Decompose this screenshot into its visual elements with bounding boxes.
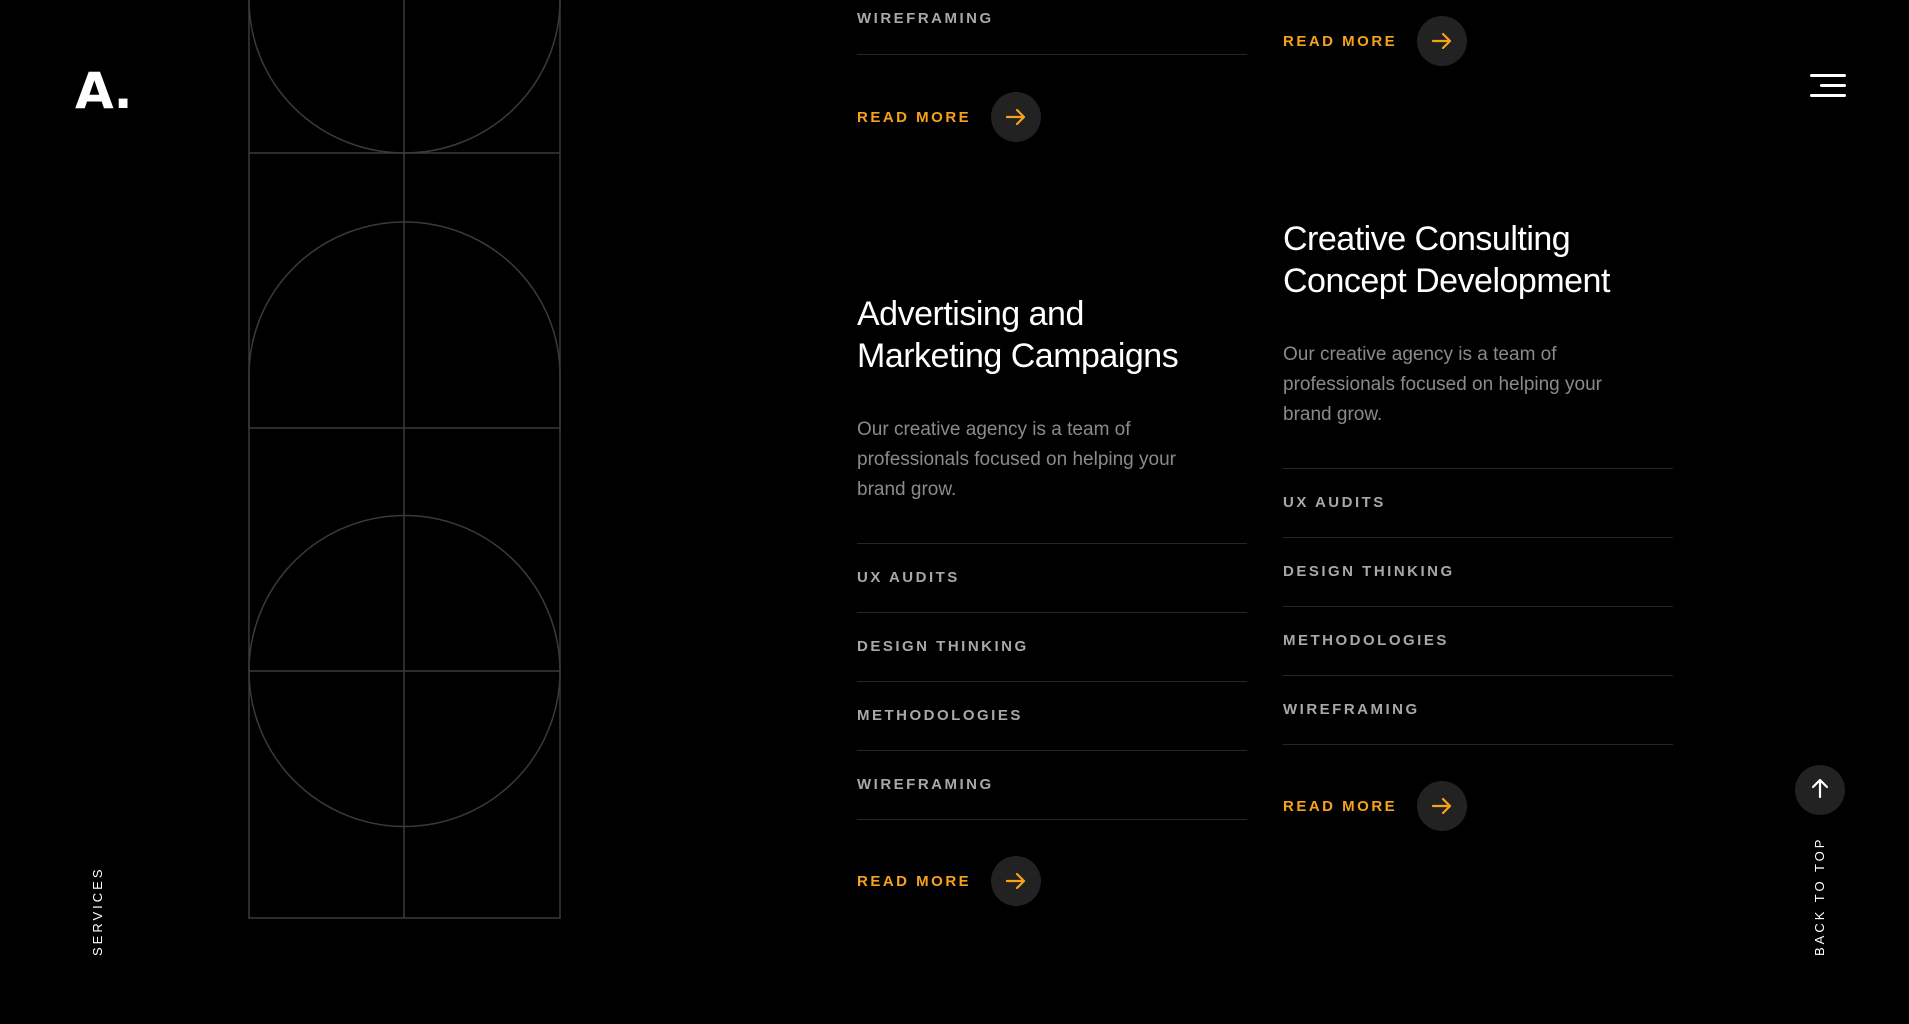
service-description: Our creative agency is a team of profess… — [1283, 344, 1602, 425]
service-title-line: Concept Development — [1283, 262, 1610, 300]
back-to-top-label[interactable]: BACK TO TOP — [1812, 837, 1827, 956]
tag-item[interactable]: METHODOLOGIES — [1283, 607, 1673, 676]
read-more-button[interactable]: READ MORE — [1283, 781, 1673, 831]
geometric-illustration — [248, 0, 561, 919]
tag-list: UX AUDITS DESIGN THINKING METHODOLOGIES … — [857, 543, 1247, 820]
menu-button[interactable] — [1806, 70, 1846, 106]
hamburger-icon-line — [1810, 94, 1846, 97]
arrow-up-icon — [1811, 778, 1829, 802]
logo[interactable]: A. — [75, 62, 133, 120]
service-title-line: Advertising and — [857, 295, 1084, 333]
service-title-line: Creative Consulting — [1283, 220, 1571, 258]
arrow-right-icon — [1417, 781, 1468, 831]
read-more-label: READ MORE — [1283, 32, 1398, 50]
service-card: Advertising and Marketing Campaigns Our … — [857, 293, 1247, 906]
arrow-right-icon — [1417, 16, 1468, 66]
tag-item[interactable]: UX AUDITS — [857, 544, 1247, 613]
back-to-top-button[interactable] — [1795, 765, 1845, 815]
service-title[interactable]: Advertising and Marketing Campaigns — [857, 293, 1247, 377]
service-title[interactable]: Creative Consulting Concept Development — [1283, 218, 1673, 302]
read-more-label: READ MORE — [857, 872, 972, 890]
read-more-label: READ MORE — [1283, 797, 1398, 815]
tag-item[interactable]: WIREFRAMING — [1283, 676, 1673, 745]
tag-item[interactable]: WIREFRAMING — [857, 0, 1247, 55]
read-more-button[interactable]: READ MORE — [857, 92, 1042, 142]
tag-label: WIREFRAMING — [857, 10, 994, 27]
tag-item[interactable]: DESIGN THINKING — [857, 613, 1247, 682]
tag-item[interactable]: UX AUDITS — [1283, 469, 1673, 538]
read-more-label: READ MORE — [857, 108, 972, 126]
arrow-right-icon — [991, 856, 1042, 906]
section-label: SERVICES — [90, 866, 105, 956]
service-description: Our creative agency is a team of profess… — [857, 419, 1176, 500]
read-more-button[interactable]: READ MORE — [857, 856, 1247, 906]
tag-item[interactable]: WIREFRAMING — [857, 751, 1247, 820]
service-title-line: Marketing Campaigns — [857, 337, 1179, 375]
hamburger-icon — [1810, 74, 1846, 77]
tag-item[interactable]: METHODOLOGIES — [857, 682, 1247, 751]
arrow-right-icon — [991, 92, 1042, 142]
read-more-button[interactable]: READ MORE — [1283, 16, 1468, 66]
service-card: Creative Consulting Concept Development … — [1283, 218, 1673, 831]
hamburger-icon-line — [1820, 84, 1846, 87]
tag-item[interactable]: DESIGN THINKING — [1283, 538, 1673, 607]
tag-list: UX AUDITS DESIGN THINKING METHODOLOGIES … — [1283, 468, 1673, 745]
